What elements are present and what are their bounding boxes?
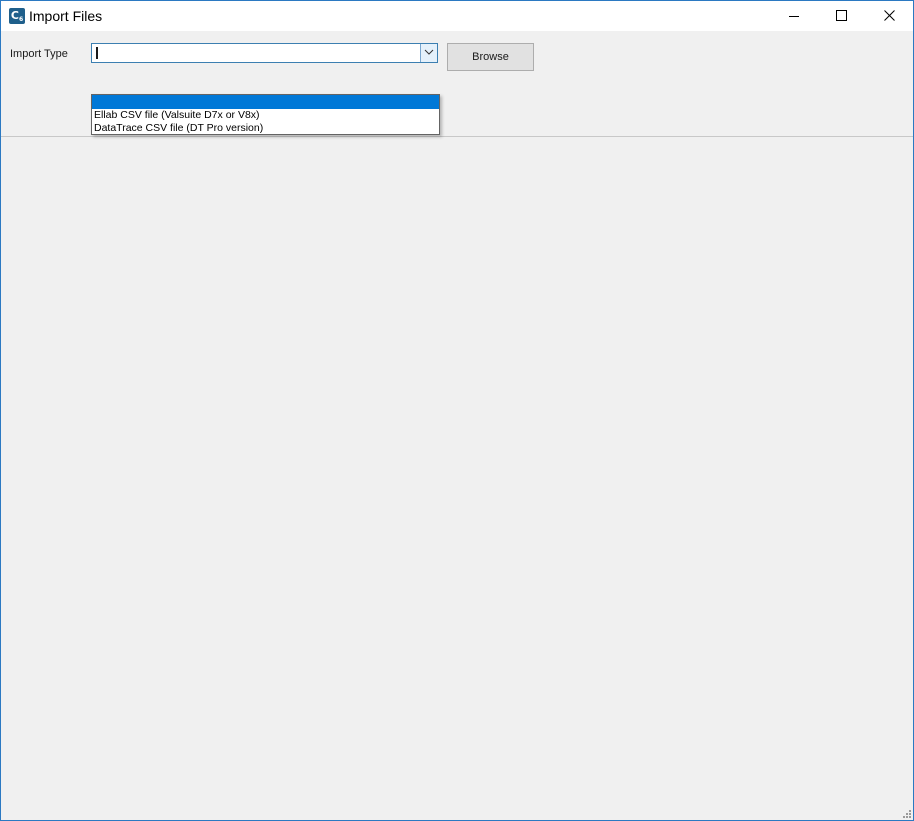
dropdown-option-datatrace-csv[interactable]: DataTrace CSV file (DT Pro version): [92, 122, 439, 135]
dropdown-toggle[interactable]: [420, 44, 437, 62]
minimize-button[interactable]: [772, 1, 818, 31]
import-type-dropdown-list: Ellab CSV file (Valsuite D7x or V8x) Dat…: [91, 94, 440, 135]
import-files-window: C6 Import Files Import Type Browse Ellab…: [0, 0, 914, 821]
minimize-icon: [789, 16, 799, 17]
window-title: Import Files: [29, 8, 103, 24]
dropdown-option-empty[interactable]: [92, 95, 439, 109]
close-icon: [884, 10, 895, 21]
title-bar[interactable]: C6 Import Files: [1, 1, 913, 31]
browse-button[interactable]: Browse: [447, 43, 534, 71]
chevron-down-icon: [424, 49, 434, 55]
maximize-icon: [836, 10, 847, 21]
app-icon: C6: [9, 8, 25, 24]
content-area: [1, 137, 913, 820]
maximize-button[interactable]: [819, 1, 865, 31]
close-button[interactable]: [867, 1, 913, 31]
import-type-combobox[interactable]: [91, 43, 438, 63]
resize-grip-icon[interactable]: [902, 809, 912, 819]
text-cursor: [96, 47, 98, 59]
import-type-label: Import Type: [10, 48, 68, 60]
dropdown-option-ellab-csv[interactable]: Ellab CSV file (Valsuite D7x or V8x): [92, 109, 439, 122]
import-options-panel: Import Type Browse Ellab CSV file (Valsu…: [1, 32, 913, 137]
